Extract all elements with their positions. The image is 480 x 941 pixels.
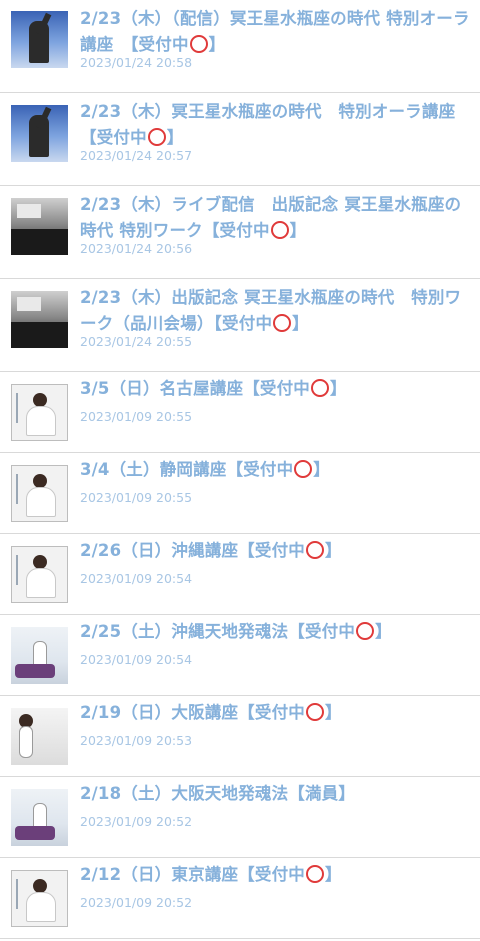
open-circle-icon	[356, 622, 375, 640]
list-item[interactable]: 2/23（木）出版記念 冥王星水瓶座の時代 特別ワーク（品川会場）【受付中】 2…	[0, 279, 480, 372]
item-date: 2023/01/09 20:55	[80, 409, 193, 424]
list-item[interactable]: 2/23（木）冥王星水瓶座の時代 特別オーラ講座【受付中】 2023/01/24…	[0, 93, 480, 186]
list-item[interactable]: 2/26（日）沖縄講座【受付中】 2023/01/09 20:54	[0, 534, 480, 615]
open-circle-icon	[305, 703, 324, 721]
item-title[interactable]: 2/26（日）沖縄講座【受付中】	[80, 538, 470, 564]
item-date: 2023/01/24 20:55	[80, 334, 193, 349]
statue-sky-icon[interactable]	[11, 11, 68, 68]
open-circle-icon	[311, 379, 329, 397]
lecture-hall-icon[interactable]	[11, 291, 68, 348]
item-title[interactable]: 2/23（木）（配信）冥王星水瓶座の時代 特別オーラ講座 【受付中】	[80, 6, 470, 58]
speaker-portrait-icon[interactable]	[11, 465, 68, 522]
open-circle-icon	[273, 314, 292, 332]
classroom-speaker-icon[interactable]	[11, 708, 68, 765]
list-item[interactable]: 2/25（土）沖縄天地発魂法【受付中】 2023/01/09 20:54	[0, 615, 480, 696]
open-circle-icon	[305, 541, 324, 559]
open-circle-icon	[305, 865, 324, 883]
item-date: 2023/01/24 20:56	[80, 241, 193, 256]
item-title[interactable]: 2/25（土）沖縄天地発魂法【受付中】	[80, 619, 470, 645]
item-title[interactable]: 2/23（木）出版記念 冥王星水瓶座の時代 特別ワーク（品川会場）【受付中】	[80, 285, 470, 337]
item-date: 2023/01/24 20:57	[80, 148, 193, 163]
open-circle-icon	[147, 128, 166, 146]
healing-room-icon[interactable]	[11, 789, 68, 846]
statue-sky-icon[interactable]	[11, 105, 68, 162]
list-item[interactable]: 2/23（木）（配信）冥王星水瓶座の時代 特別オーラ講座 【受付中】 2023/…	[0, 0, 480, 93]
item-title[interactable]: 2/12（日）東京講座【受付中】	[80, 862, 470, 888]
item-title[interactable]: 2/23（木）冥王星水瓶座の時代 特別オーラ講座【受付中】	[80, 99, 470, 151]
item-title[interactable]: 2/23（木）ライブ配信 出版記念 冥王星水瓶座の時代 特別ワーク【受付中】	[80, 192, 470, 244]
item-date: 2023/01/09 20:55	[80, 490, 193, 505]
speaker-portrait-icon[interactable]	[11, 384, 68, 441]
list-item[interactable]: 2/23（木）ライブ配信 出版記念 冥王星水瓶座の時代 特別ワーク【受付中】 2…	[0, 186, 480, 279]
list-item[interactable]: 3/5（日）名古屋講座【受付中】 2023/01/09 20:55	[0, 372, 480, 453]
item-title[interactable]: 2/18（土）大阪天地発魂法【満員】	[80, 781, 470, 807]
speaker-portrait-icon[interactable]	[11, 546, 68, 603]
item-date: 2023/01/09 20:54	[80, 652, 193, 667]
item-date: 2023/01/09 20:54	[80, 571, 193, 586]
list-item[interactable]: 3/4（土）静岡講座【受付中】 2023/01/09 20:55	[0, 453, 480, 534]
item-title[interactable]: 2/19（日）大阪講座【受付中】	[80, 700, 470, 726]
item-date: 2023/01/09 20:53	[80, 733, 193, 748]
list-item[interactable]: 2/12（日）東京講座【受付中】 2023/01/09 20:52	[0, 858, 480, 939]
lecture-hall-icon[interactable]	[11, 198, 68, 255]
item-date: 2023/01/24 20:58	[80, 55, 193, 70]
healing-room-icon[interactable]	[11, 627, 68, 684]
item-date: 2023/01/09 20:52	[80, 814, 193, 829]
list-item[interactable]: 2/19（日）大阪講座【受付中】 2023/01/09 20:53	[0, 696, 480, 777]
open-circle-icon	[294, 460, 313, 478]
list-item[interactable]: 2/18（土）大阪天地発魂法【満員】 2023/01/09 20:52	[0, 777, 480, 858]
speaker-portrait-icon[interactable]	[11, 870, 68, 927]
item-title[interactable]: 3/4（土）静岡講座【受付中】	[80, 457, 470, 483]
open-circle-icon	[270, 221, 289, 239]
article-list: 2/23（木）（配信）冥王星水瓶座の時代 特別オーラ講座 【受付中】 2023/…	[0, 0, 480, 939]
item-title[interactable]: 3/5（日）名古屋講座【受付中】	[80, 376, 470, 402]
item-date: 2023/01/09 20:52	[80, 895, 193, 910]
open-circle-icon	[189, 35, 208, 53]
